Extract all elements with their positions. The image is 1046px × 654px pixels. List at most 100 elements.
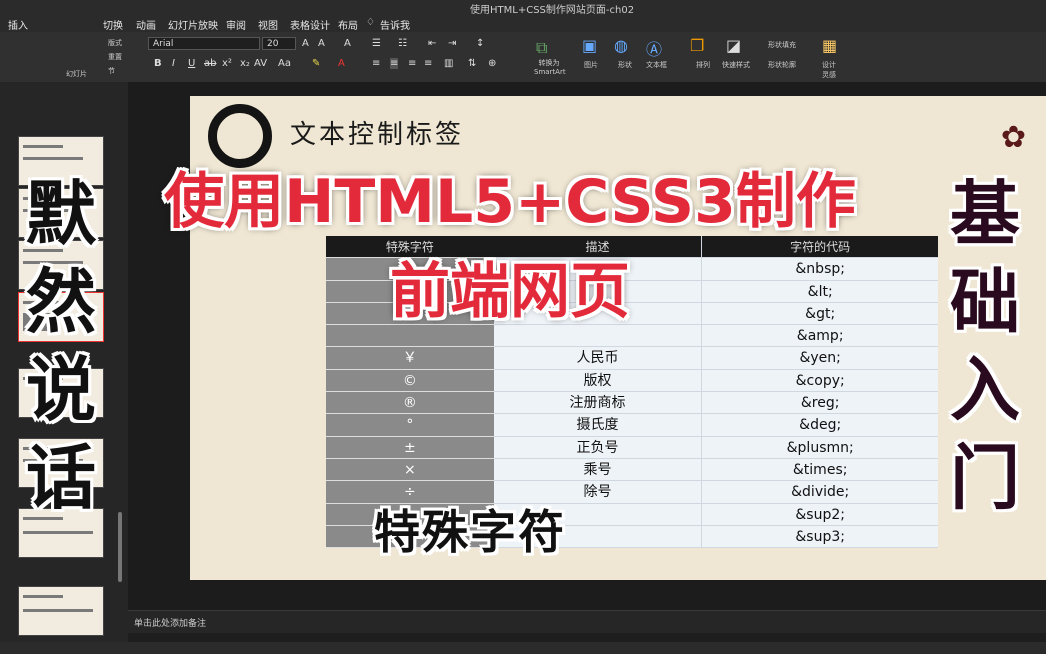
clear-format-icon[interactable]: A: [344, 38, 351, 49]
description-cell: 版权: [493, 369, 702, 393]
table-row[interactable]: ° 摄氏度 &deg;: [326, 414, 938, 437]
designer-icon[interactable]: ▦: [822, 36, 837, 55]
thumbnail-scrollbar[interactable]: [118, 512, 122, 582]
tab-transitions[interactable]: 切换: [103, 17, 123, 32]
align-text-icon[interactable]: ⊕: [488, 58, 496, 69]
table-row[interactable]: × 乘号 &times;: [326, 458, 938, 482]
ribbon: 版式 重置 节 幻灯片 Arial 20 A A A B I U ab x² x…: [0, 32, 1046, 83]
change-case-icon[interactable]: Aa: [278, 58, 291, 69]
tab-insert[interactable]: 插入: [8, 17, 28, 32]
textbox-button[interactable]: 文本框: [646, 60, 667, 70]
tab-animations[interactable]: 动画: [136, 17, 156, 32]
textbox-icon[interactable]: Ⓐ: [646, 36, 662, 60]
char-spacing-icon[interactable]: AV: [254, 58, 267, 69]
lightbulb-icon: ♢: [366, 17, 375, 28]
table-row[interactable]: ￥ 人民币 &yen;: [326, 347, 938, 370]
symbol-cell: °: [326, 414, 494, 437]
convert-smartart-button[interactable]: 转换为 SmartArt: [534, 58, 566, 76]
superscript-icon[interactable]: x²: [222, 58, 232, 69]
tab-tell-me[interactable]: 告诉我: [380, 17, 410, 32]
seal-stamp-icon: ✿: [1000, 120, 1026, 155]
tab-layout[interactable]: 布局: [338, 17, 358, 32]
tab-view[interactable]: 视图: [258, 17, 278, 32]
font-size-select[interactable]: 20: [262, 37, 296, 50]
table-header-cell: 描述: [493, 236, 702, 259]
italic-icon[interactable]: I: [172, 58, 175, 69]
indent-increase-icon[interactable]: ⇥: [448, 38, 456, 49]
bold-icon[interactable]: B: [154, 58, 162, 69]
status-bar: [0, 642, 1046, 654]
left-vertical-text: 默 然 说 话: [26, 170, 96, 522]
left-vertical-char: 话: [26, 437, 96, 519]
arrange-icon[interactable]: ❐: [690, 36, 704, 55]
highlight-icon[interactable]: ✎: [312, 58, 320, 69]
left-vertical-char: 说: [26, 349, 96, 431]
ribbon-tab-bar: 插入 切换 动画 幻灯片放映 审阅 视图 表格设计 布局 ♢ 告诉我: [0, 14, 1046, 32]
align-center-icon[interactable]: ≡: [390, 58, 399, 69]
code-cell: &nbsp;: [701, 258, 938, 281]
underline-icon[interactable]: U: [188, 58, 195, 69]
code-cell: &sup2;: [701, 503, 938, 526]
description-cell: [493, 325, 702, 348]
description-cell: 乘号: [493, 458, 702, 482]
increase-font-icon[interactable]: A: [302, 38, 309, 49]
bullets-icon[interactable]: ☰: [372, 38, 381, 49]
picture-icon[interactable]: ▣: [582, 36, 597, 55]
code-cell: &copy;: [701, 369, 938, 393]
code-cell: &yen;: [701, 347, 938, 370]
code-cell: &deg;: [701, 414, 938, 437]
code-cell: &reg;: [701, 392, 938, 415]
overlay-title-line1: 使用HTML5+CSS3制作: [164, 167, 856, 237]
code-cell: &plusmn;: [701, 436, 938, 459]
picture-button[interactable]: 图片: [584, 60, 598, 70]
shapes-icon[interactable]: ◍: [614, 36, 628, 55]
notes-pane[interactable]: 单击此处添加备注: [128, 610, 1046, 633]
notes-placeholder: 单击此处添加备注: [134, 619, 207, 629]
section-button[interactable]: 节: [108, 66, 115, 76]
quick-styles-icon[interactable]: ◪: [726, 36, 741, 55]
shape-fill-button[interactable]: 形状填充: [768, 40, 796, 50]
tab-table-design[interactable]: 表格设计: [290, 17, 330, 32]
table-row[interactable]: ± 正负号 &plusmn;: [326, 436, 938, 459]
tab-slideshow[interactable]: 幻灯片放映: [168, 17, 218, 32]
slide-title[interactable]: 文本控制标签: [290, 114, 464, 151]
slide-thumbnail[interactable]: [18, 586, 104, 636]
numbering-icon[interactable]: ☷: [398, 38, 407, 49]
code-cell: &lt;: [701, 280, 938, 303]
text-direction-icon[interactable]: ⇅: [468, 58, 476, 69]
symbol-cell: [326, 325, 494, 348]
designer-button[interactable]: 设计 灵感: [822, 60, 840, 80]
tab-review[interactable]: 审阅: [226, 17, 246, 32]
title-bar: 使用HTML+CSS制作网站页面-ch02: [0, 0, 1046, 16]
decrease-font-icon[interactable]: A: [318, 38, 325, 49]
table-header-cell: 特殊字符: [326, 236, 494, 259]
subscript-icon[interactable]: x₂: [240, 58, 250, 69]
table-row[interactable]: © 版权 &copy;: [326, 369, 938, 393]
justify-icon[interactable]: ≡: [424, 58, 432, 69]
shapes-button[interactable]: 形状: [618, 60, 632, 70]
right-vertical-char: 门: [950, 437, 1020, 519]
indent-decrease-icon[interactable]: ⇤: [428, 38, 436, 49]
smartart-icon[interactable]: ⧉: [536, 38, 547, 58]
align-right-icon[interactable]: ≡: [408, 58, 416, 69]
symbol-cell: ±: [326, 436, 494, 459]
right-vertical-text: 基 础 入 门: [950, 170, 1020, 522]
table-row[interactable]: &amp;: [326, 325, 938, 348]
new-slide-button[interactable]: 幻灯片: [66, 69, 87, 79]
quick-styles-button[interactable]: 快速样式: [722, 60, 750, 70]
columns-icon[interactable]: ▥: [444, 58, 453, 69]
layout-button[interactable]: 版式: [108, 38, 122, 48]
shape-outline-button[interactable]: 形状轮廓: [768, 60, 796, 70]
table-row[interactable]: ® 注册商标 &reg;: [326, 392, 938, 415]
line-spacing-icon[interactable]: ↕: [476, 38, 484, 49]
description-cell: 注册商标: [493, 392, 702, 415]
strikethrough-icon[interactable]: ab: [204, 58, 216, 69]
arrange-button[interactable]: 排列: [696, 60, 710, 70]
code-cell: &times;: [701, 458, 938, 482]
font-name-select[interactable]: Arial: [148, 37, 260, 50]
right-vertical-char: 基: [950, 173, 1020, 255]
align-left-icon[interactable]: ≡: [372, 58, 380, 69]
reset-button[interactable]: 重置: [108, 52, 122, 62]
code-cell: &divide;: [701, 481, 938, 504]
font-color-icon[interactable]: A: [338, 58, 345, 69]
